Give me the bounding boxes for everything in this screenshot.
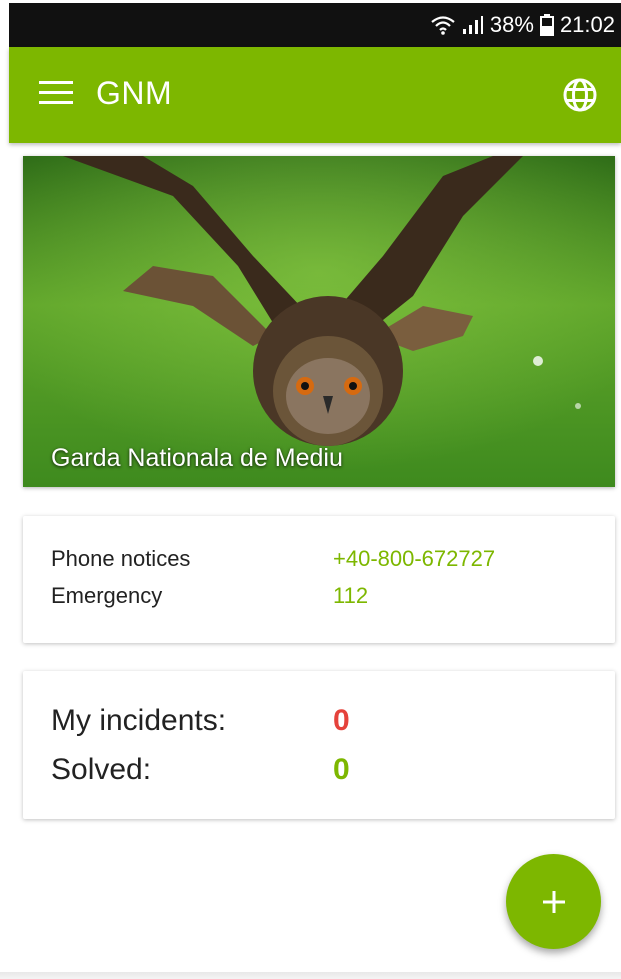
hero-image-card: Garda Nationala de Mediu xyxy=(23,156,615,487)
battery-percent: 38% xyxy=(489,12,534,37)
contact-label: Emergency xyxy=(51,583,163,608)
bottom-divider xyxy=(0,972,621,979)
hero-caption: Garda Nationala de Mediu xyxy=(51,444,343,472)
battery-icon xyxy=(539,14,554,36)
plus-icon xyxy=(542,890,565,913)
wifi-icon xyxy=(430,14,456,36)
solved-label: Solved: xyxy=(51,753,152,786)
solved-count: 0 xyxy=(333,753,350,786)
add-incident-button[interactable] xyxy=(506,854,601,949)
contact-card: Phone notices +40-800-672727 Emergency 1… xyxy=(23,516,615,643)
app-title: GNM xyxy=(96,75,173,111)
clock: 21:02 xyxy=(559,12,615,37)
my-incidents-label: My incidents: xyxy=(51,704,227,737)
owl-photo xyxy=(23,156,615,487)
status-bar: 38% 21:02 xyxy=(9,3,621,47)
incidents-card: My incidents: 0 Solved: 0 xyxy=(23,671,615,819)
app-bar: GNM xyxy=(9,47,621,143)
my-incidents-count: 0 xyxy=(333,704,350,737)
menu-icon[interactable] xyxy=(39,81,73,109)
contact-label: Phone notices xyxy=(51,546,191,571)
signal-icon xyxy=(462,15,484,35)
globe-icon[interactable] xyxy=(562,77,598,113)
emergency-link[interactable]: 112 xyxy=(333,583,368,609)
phone-notices-link[interactable]: +40-800-672727 xyxy=(333,546,495,572)
